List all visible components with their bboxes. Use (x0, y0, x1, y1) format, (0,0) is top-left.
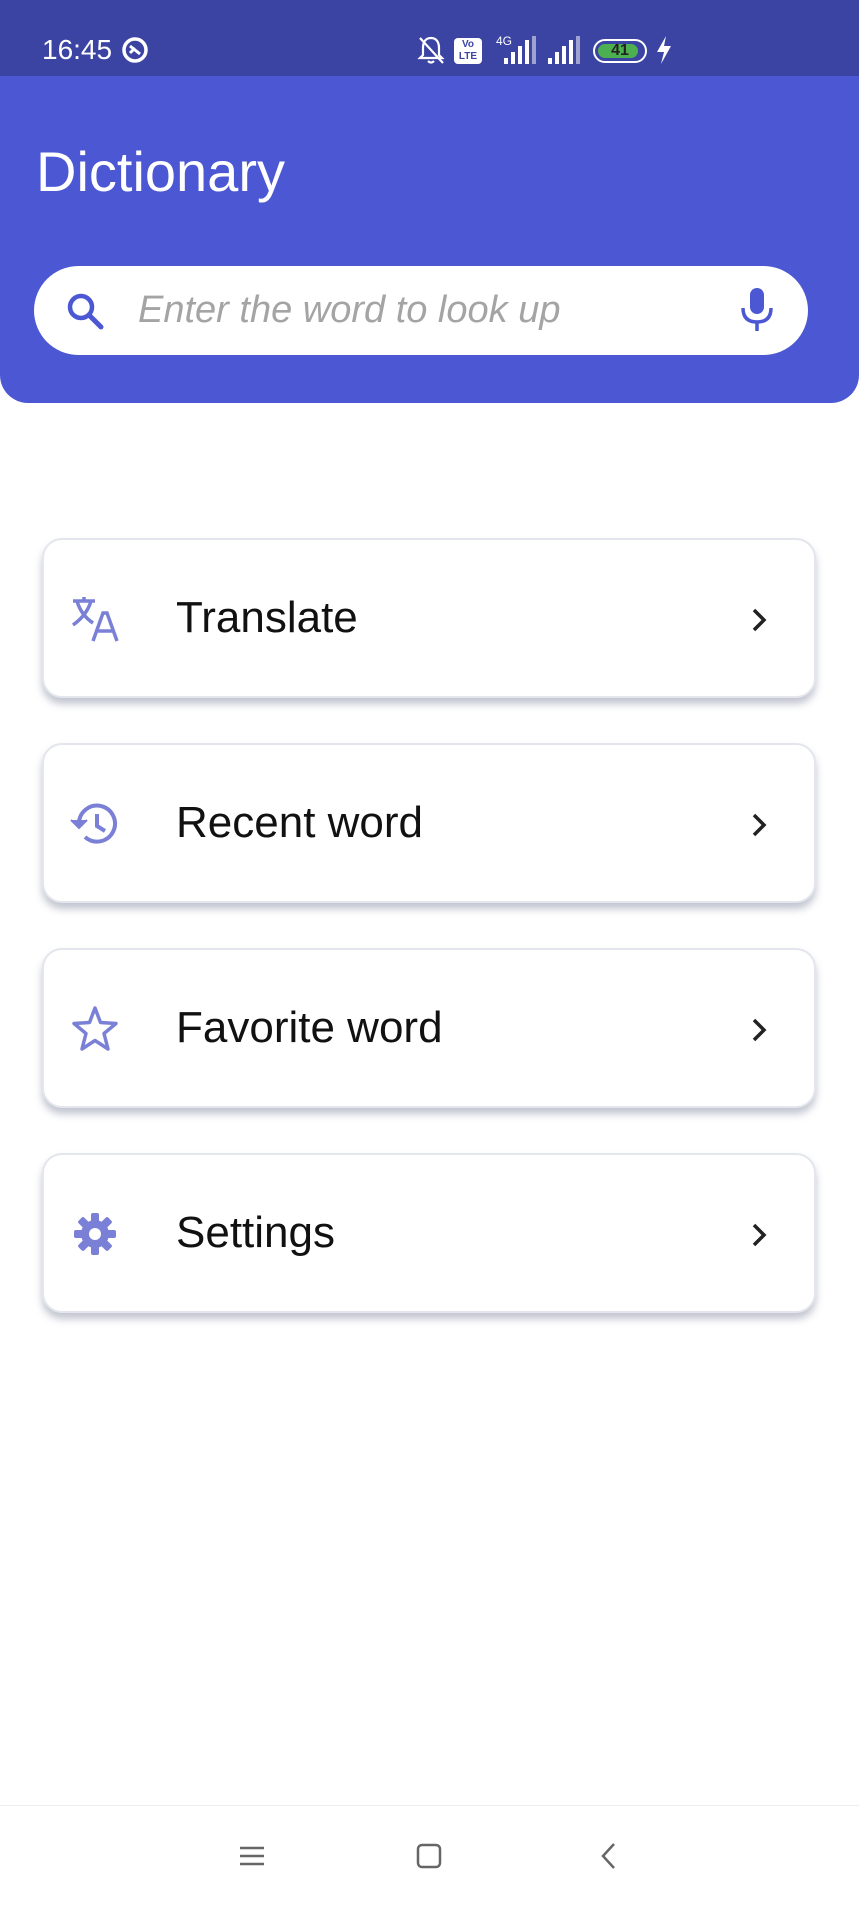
page-title: Dictionary (36, 140, 285, 203)
status-time: 16:45 (42, 34, 113, 65)
history-icon (70, 803, 117, 844)
star-icon (72, 1006, 118, 1051)
chevron-right-icon (752, 1223, 767, 1247)
menu-item-label: Settings (176, 1208, 335, 1257)
search-bar[interactable] (34, 266, 808, 355)
data-saver-icon (122, 37, 148, 63)
notifications-off-icon (417, 36, 445, 64)
translate-icon (71, 597, 119, 642)
menu-item-favorite-word[interactable]: Favorite word (42, 948, 816, 1108)
battery-level: 41 (611, 42, 629, 59)
chevron-right-icon (752, 608, 767, 632)
app-bar: Dictionary (0, 76, 859, 403)
menu-item-recent-word[interactable]: Recent word (42, 743, 816, 903)
back-icon[interactable] (588, 1834, 632, 1878)
menu-item-settings[interactable]: Settings (42, 1153, 816, 1313)
search-icon[interactable] (64, 290, 106, 332)
menu-item-label: Recent word (176, 798, 424, 847)
system-nav-bar (0, 1805, 859, 1908)
menu-item-label: Favorite word (176, 1003, 443, 1052)
battery-icon: 41 (593, 39, 647, 63)
signal-icon (504, 36, 536, 64)
menu-icon[interactable] (230, 1834, 274, 1878)
chevron-right-icon (752, 813, 767, 837)
status-bar: 16:45 Vo LTE 4G 41 (0, 0, 859, 76)
mic-icon[interactable] (734, 286, 780, 334)
gear-icon (74, 1213, 116, 1255)
menu-item-translate[interactable]: Translate (42, 538, 816, 698)
volte-icon: Vo LTE (454, 38, 482, 64)
home-icon[interactable] (407, 1834, 451, 1878)
signal-icon (548, 36, 580, 64)
chevron-right-icon (752, 1018, 767, 1042)
menu-item-label: Translate (176, 593, 358, 642)
search-input[interactable] (138, 266, 738, 355)
charging-icon (657, 36, 671, 64)
